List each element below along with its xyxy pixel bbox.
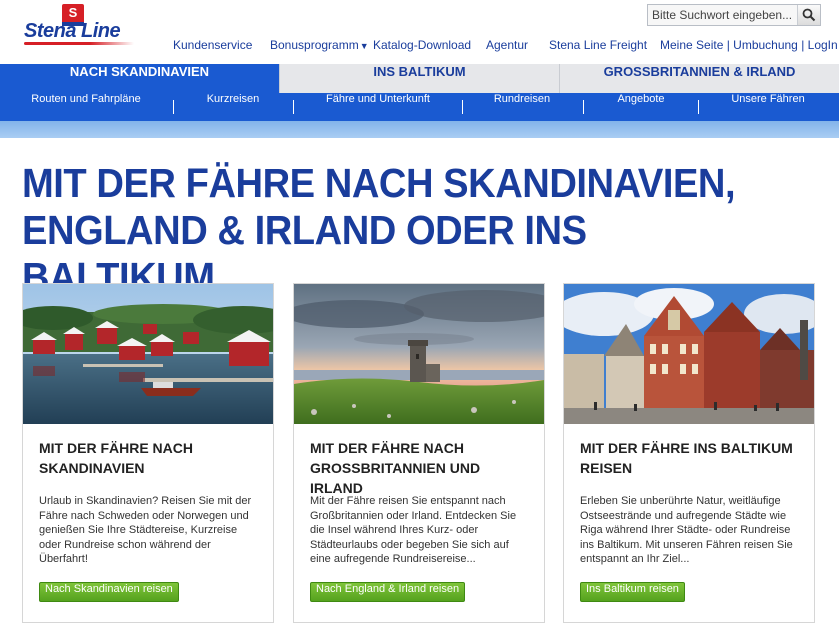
subnav-angebote[interactable]: Angebote — [595, 93, 687, 121]
card-title[interactable]: MIT DER FÄHRE NACH SKANDINAVIEN — [39, 438, 259, 478]
skandinavien-photo[interactable] — [23, 284, 273, 424]
card-grossbritannien-irland: MIT DER FÄHRE NACH GROSSBRITANNIEN UND I… — [293, 283, 545, 623]
card-title[interactable]: MIT DER FÄHRE NACH GROSSBRITANNIEN UND I… — [310, 438, 530, 498]
topnav-account-links[interactable]: Meine Seite | Umbuchung | LogIn▼ — [660, 38, 839, 52]
card-description: Mit der Fähre reisen Sie entspannt nach … — [310, 495, 517, 565]
card-description: Urlaub in Skandinavien? Reisen Sie mit d… — [39, 495, 252, 565]
search-box — [647, 4, 821, 26]
subnav-divider — [462, 100, 463, 114]
topnav-stena-line-freight[interactable]: Stena Line Freight — [549, 38, 647, 52]
tab-nach-skandinavien[interactable]: NACH SKANDINAVIEN — [0, 64, 279, 93]
tab-grossbritannien-irland[interactable]: GROSSBRITANNIEN & IRLAND — [559, 64, 839, 93]
subnav-unsere-faehren[interactable]: Unsere Fähren — [710, 93, 826, 121]
ins-baltikum-reisen-button[interactable]: Ins Baltikum reisen — [580, 582, 685, 602]
page-headline: MIT DER FÄHRE NACH SKANDINAVIEN, ENGLAND… — [22, 160, 736, 300]
subnav-faehre-unterkunft[interactable]: Fähre und Unterkunft — [305, 93, 451, 121]
subnav-divider — [173, 100, 174, 114]
tab-ins-baltikum[interactable]: INS BALTIKUM — [279, 64, 559, 93]
sub-navigation: Routen und Fahrpläne Kurzreisen Fähre un… — [0, 93, 839, 121]
chevron-down-icon: ▼ — [359, 41, 369, 51]
topnav-kundenservice[interactable]: Kundenservice — [173, 38, 252, 52]
topnav-agentur[interactable]: Agentur — [486, 38, 528, 52]
irland-photo[interactable] — [294, 284, 544, 424]
subnav-rundreisen[interactable]: Rundreisen — [474, 93, 570, 121]
card-title[interactable]: MIT DER FÄHRE INS BALTIKUM REISEN — [580, 438, 800, 478]
decorative-strip — [0, 121, 839, 138]
card-skandinavien: MIT DER FÄHRE NACH SKANDINAVIEN Urlaub i… — [22, 283, 274, 623]
subnav-routen-fahrplaene[interactable]: Routen und Fahrpläne — [12, 93, 160, 121]
subnav-divider — [698, 100, 699, 114]
subnav-kurzreisen[interactable]: Kurzreisen — [185, 93, 281, 121]
nach-england-irland-reisen-button[interactable]: Nach England & Irland reisen — [310, 582, 466, 602]
search-button[interactable] — [797, 5, 820, 25]
card-baltikum: MIT DER FÄHRE INS BALTIKUM REISEN Erlebe… — [563, 283, 815, 623]
search-icon — [802, 8, 816, 22]
search-input[interactable] — [648, 5, 798, 25]
baltikum-photo[interactable] — [564, 284, 814, 424]
topnav-katalog-download[interactable]: Katalog-Download — [373, 38, 471, 52]
main-navigation: NACH SKANDINAVIEN INS BALTIKUM GROSSBRIT… — [0, 64, 839, 93]
subnav-divider — [583, 100, 584, 114]
top-navigation: Kundenservice Bonusprogramm▼ Katalog-Dow… — [0, 38, 839, 54]
card-description: Erleben Sie unberührte Natur, weitläufig… — [580, 495, 793, 565]
nach-skandinavien-reisen-button[interactable]: Nach Skandinavien reisen — [39, 582, 179, 602]
subnav-divider — [293, 100, 294, 114]
site-header: S Stena Line Kundenservice Bonusprogramm… — [0, 0, 839, 64]
topnav-bonusprogramm[interactable]: Bonusprogramm▼ — [270, 38, 369, 52]
